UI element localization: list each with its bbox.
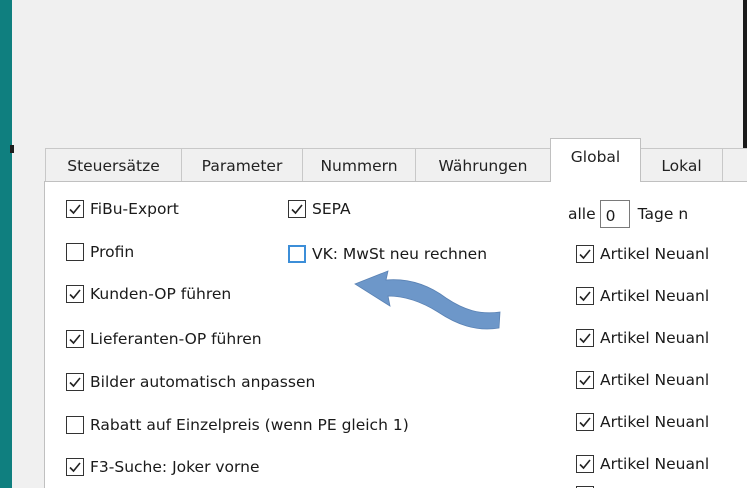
- checkbox-box[interactable]: [576, 245, 594, 263]
- artikel-neuanlage-checkbox-4[interactable]: Artikel Neuanl: [576, 371, 709, 389]
- sepa-checkbox[interactable]: SEPA: [288, 200, 351, 218]
- checkbox-box[interactable]: [288, 245, 306, 263]
- checkmark-icon: [69, 204, 81, 215]
- checkbox-box[interactable]: [66, 243, 84, 261]
- rabatt-label: Rabatt auf Einzelpreis (wenn PE gleich 1…: [90, 416, 409, 434]
- f3-suche-label: F3-Suche: Joker vorne: [90, 458, 260, 476]
- tab-parameter[interactable]: Parameter: [181, 148, 303, 182]
- checkmark-icon: [579, 333, 591, 344]
- checkbox-box[interactable]: [576, 329, 594, 347]
- checkbox-box[interactable]: [576, 287, 594, 305]
- app-window: Steuersätze Parameter Nummern Währungen …: [0, 0, 747, 488]
- artikel-neuanlage-checkbox-6[interactable]: Artikel Neuanl: [576, 455, 709, 473]
- bilder-anpassen-checkbox[interactable]: Bilder automatisch anpassen: [66, 373, 315, 391]
- window-right-edge: [743, 0, 747, 148]
- tage-label: Tage n: [637, 205, 689, 223]
- artikel-neuanlage-label: Artikel Neuanl: [600, 245, 710, 263]
- bilder-anpassen-label: Bilder automatisch anpassen: [90, 373, 316, 391]
- checkbox-box[interactable]: [576, 413, 594, 431]
- checkmark-icon: [579, 249, 591, 260]
- artikel-neuanlage-checkbox-5[interactable]: Artikel Neuanl: [576, 413, 709, 431]
- lieferanten-op-checkbox[interactable]: Lieferanten-OP führen: [66, 330, 262, 348]
- artikel-neuanlage-label: Artikel Neuanl: [600, 287, 710, 305]
- checkbox-box[interactable]: [66, 200, 84, 218]
- vk-mwst-checkbox[interactable]: VK: MwSt neu rechnen: [288, 245, 487, 263]
- tab-next-partial[interactable]: [722, 148, 747, 182]
- profin-label: Profin: [90, 243, 135, 261]
- sepa-label: SEPA: [312, 200, 351, 218]
- checkbox-box[interactable]: [66, 330, 84, 348]
- tab-waehrungen[interactable]: Währungen: [415, 148, 551, 182]
- checkbox-box[interactable]: [288, 200, 306, 218]
- checkbox-box[interactable]: [576, 371, 594, 389]
- kunden-op-label: Kunden-OP führen: [90, 285, 232, 303]
- checkmark-icon: [579, 375, 591, 386]
- tab-nummern[interactable]: Nummern: [302, 148, 416, 182]
- profin-checkbox[interactable]: Profin: [66, 243, 134, 261]
- left-window-strip: [0, 0, 12, 488]
- top-empty-area: [14, 0, 747, 148]
- tab-lokal[interactable]: Lokal: [640, 148, 723, 182]
- rabatt-checkbox[interactable]: Rabatt auf Einzelpreis (wenn PE gleich 1…: [66, 416, 409, 434]
- checkmark-icon: [69, 377, 81, 388]
- artikel-neuanlage-label: Artikel Neuanl: [600, 413, 710, 431]
- artikel-neuanlage-checkbox-1[interactable]: Artikel Neuanl: [576, 245, 709, 263]
- lieferanten-op-label: Lieferanten-OP führen: [90, 330, 262, 348]
- tab-global[interactable]: Global: [550, 138, 641, 182]
- checkbox-box[interactable]: [66, 373, 84, 391]
- fibu-export-checkbox[interactable]: FiBu-Export: [66, 200, 179, 218]
- checkmark-icon: [579, 417, 591, 428]
- artikel-neuanlage-checkbox-2[interactable]: Artikel Neuanl: [576, 287, 709, 305]
- curved-arrow-left-icon: [354, 270, 501, 330]
- vk-mwst-label: VK: MwSt neu rechnen: [312, 245, 488, 263]
- artikel-neuanlage-label: Artikel Neuanl: [600, 371, 710, 389]
- checkbox-box[interactable]: [576, 455, 594, 473]
- alle-label: alle: [568, 205, 596, 223]
- artikel-neuanlage-label: Artikel Neuanl: [600, 329, 710, 347]
- checkmark-icon: [69, 462, 81, 473]
- artikel-neuanlage-label: Artikel Neuanl: [600, 455, 710, 473]
- checkmark-icon: [291, 204, 303, 215]
- kunden-op-checkbox[interactable]: Kunden-OP führen: [66, 285, 231, 303]
- checkmark-icon: [69, 334, 81, 345]
- checkmark-icon: [579, 291, 591, 302]
- checkbox-box[interactable]: [66, 458, 84, 476]
- artikel-neuanlage-checkbox-3[interactable]: Artikel Neuanl: [576, 329, 709, 347]
- fibu-export-label: FiBu-Export: [90, 200, 179, 218]
- checkbox-box[interactable]: [66, 416, 84, 434]
- f3-suche-checkbox[interactable]: F3-Suche: Joker vorne: [66, 458, 260, 476]
- checkmark-icon: [579, 459, 591, 470]
- tab-steuersaetze[interactable]: Steuersätze: [45, 148, 182, 182]
- checkmark-icon: [69, 289, 81, 300]
- checkbox-box[interactable]: [66, 285, 84, 303]
- days-setting-row: alle Tage n: [568, 200, 688, 228]
- days-input[interactable]: [599, 200, 630, 228]
